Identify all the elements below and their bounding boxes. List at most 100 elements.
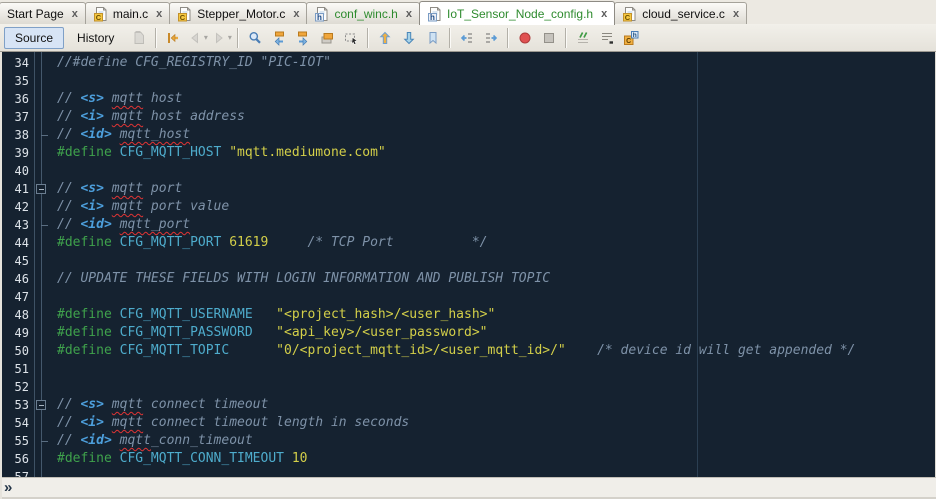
line-number[interactable]: 53 [0, 396, 34, 414]
line-number[interactable]: 42 [0, 198, 34, 216]
code-line[interactable]: 41 // <s> mqtt port [0, 180, 936, 198]
code-line[interactable]: 54 // <i> mqtt connect timeout length in … [0, 414, 936, 432]
line-number[interactable]: 49 [0, 324, 34, 342]
line-number[interactable]: 51 [0, 360, 34, 378]
svg-text:h: h [430, 12, 435, 21]
toggle-bookmark-icon[interactable] [422, 27, 444, 49]
line-number[interactable]: 37 [0, 108, 34, 126]
code-line[interactable]: 38 // <id> mqtt_host [0, 126, 936, 144]
code-line[interactable]: 36 // <s> mqtt host [0, 90, 936, 108]
tab-cloud-service-c[interactable]: Ccloud_service.c x [614, 2, 748, 24]
source-button[interactable]: Source [4, 26, 65, 49]
fold-margin [34, 72, 50, 90]
history-button[interactable]: History [66, 27, 125, 49]
code-line[interactable]: 43 // <id> mqtt_port [0, 216, 936, 234]
h-file-icon: h [314, 6, 330, 22]
find-next-icon[interactable] [292, 27, 314, 49]
editor-tab-bar: Start Page x Cmain.c x C Stepper_Motor.c x h con… [0, 0, 936, 25]
editor-left-edge [0, 52, 2, 499]
rectangular-selection-icon[interactable] [340, 27, 362, 49]
tab-main-c[interactable]: Cmain.c x [84, 2, 171, 24]
line-number[interactable]: 47 [0, 288, 34, 306]
fold-collapse-icon[interactable] [36, 184, 46, 194]
line-number[interactable]: 34 [0, 54, 34, 72]
tab-close-icon[interactable]: x [293, 8, 299, 19]
shift-line-right-icon[interactable] [480, 27, 502, 49]
code-line[interactable]: 52 [0, 378, 936, 396]
fold-margin [34, 378, 50, 396]
start-macro-recording-icon[interactable] [514, 27, 536, 49]
line-number[interactable]: 38 [0, 126, 34, 144]
tab-close-icon[interactable]: x [156, 8, 162, 19]
code-line[interactable]: 46 // UPDATE THESE FIELDS WITH LOGIN INFO… [0, 270, 936, 288]
line-number[interactable]: 54 [0, 414, 34, 432]
h-file-icon: h [427, 6, 443, 22]
line-number[interactable]: 50 [0, 342, 34, 360]
fold-collapse-icon[interactable] [36, 400, 46, 410]
find-selection-icon[interactable] [244, 27, 266, 49]
code-line[interactable]: 49 #define CFG_MQTT_PASSWORD "<api_key>/<… [0, 324, 936, 342]
back-icon[interactable]: ▾ [186, 27, 208, 49]
line-number[interactable]: 56 [0, 450, 34, 468]
line-number[interactable]: 43 [0, 216, 34, 234]
code-line[interactable]: 35 [0, 72, 936, 90]
code-line[interactable]: 40 [0, 162, 936, 180]
toolbar-separator [565, 27, 568, 48]
line-number[interactable]: 55 [0, 432, 34, 450]
code-line[interactable]: 47 [0, 288, 936, 306]
code-line[interactable]: 45 [0, 252, 936, 270]
line-number[interactable]: 45 [0, 252, 34, 270]
fold-margin [34, 252, 50, 270]
uncomment-icon[interactable] [596, 27, 618, 49]
code-line[interactable]: 50 #define CFG_MQTT_TOPIC "0/<project_mqt… [0, 342, 936, 360]
line-number[interactable]: 35 [0, 72, 34, 90]
tab-close-icon[interactable]: x [72, 8, 78, 19]
line-number[interactable]: 36 [0, 90, 34, 108]
code-text [50, 468, 57, 477]
fold-margin [34, 126, 50, 144]
stop-macro-recording-icon[interactable] [538, 27, 560, 49]
breadcrumb-chevron-icon[interactable]: » [4, 480, 12, 495]
line-number[interactable]: 57 [0, 468, 34, 477]
code-editor[interactable]: 34//#define CFG_REGISTRY_ID "PIC-IOT" 35 3… [0, 52, 936, 477]
code-line[interactable]: 39 #define CFG_MQTT_HOST "mqtt.mediumone.… [0, 144, 936, 162]
code-line[interactable]: 37 // <i> mqtt host address [0, 108, 936, 126]
line-number[interactable]: 40 [0, 162, 34, 180]
tab-stepper-motor-c[interactable]: C Stepper_Motor.c x [169, 2, 308, 24]
fold-margin [34, 450, 50, 468]
line-number[interactable]: 46 [0, 270, 34, 288]
shift-line-left-icon[interactable] [456, 27, 478, 49]
next-bookmark-icon[interactable] [398, 27, 420, 49]
find-previous-icon[interactable] [268, 27, 290, 49]
code-line[interactable]: 57 [0, 468, 936, 477]
tab-start-page[interactable]: Start Page x [0, 2, 86, 24]
line-number[interactable]: 41 [0, 180, 34, 198]
code-text [50, 288, 57, 306]
toggle-header-source-icon[interactable]: Ch [620, 27, 642, 49]
code-line[interactable]: 42 // <i> mqtt port value [0, 198, 936, 216]
code-line[interactable]: 53 // <s> mqtt connect timeout [0, 396, 936, 414]
code-line[interactable]: 56 #define CFG_MQTT_CONN_TIMEOUT 10 [0, 450, 936, 468]
code-line[interactable]: 34 //#define CFG_REGISTRY_ID "PIC-IOT" [0, 54, 936, 72]
line-number[interactable]: 39 [0, 144, 34, 162]
line-number[interactable]: 52 [0, 378, 34, 396]
code-line[interactable]: 55 // <id> mqtt_conn_timeout [0, 432, 936, 450]
code-line[interactable]: 44 #define CFG_MQTT_PORT 61619 /* TCP Por… [0, 234, 936, 252]
tab-close-icon[interactable]: x [733, 8, 739, 19]
toggle-highlight-icon[interactable] [316, 27, 338, 49]
code-text: // <s> mqtt connect timeout [57, 397, 269, 412]
tab-close-icon[interactable]: x [406, 8, 412, 19]
tab-conf-winc-h[interactable]: h conf_winc.h x [306, 2, 420, 24]
tab-iot-sensor-node-config-h[interactable]: h IoT_Sensor_Node_config.h x [418, 1, 616, 25]
previous-bookmark-icon[interactable] [374, 27, 396, 49]
back-to-last-edit-icon[interactable] [162, 27, 184, 49]
forward-icon[interactable]: ▾ [210, 27, 232, 49]
code-line[interactable]: 48 #define CFG_MQTT_USERNAME "<project_ha… [0, 306, 936, 324]
line-number[interactable]: 48 [0, 306, 34, 324]
tab-close-icon[interactable]: x [601, 8, 607, 19]
tab-label: IoT_Sensor_Node_config.h [446, 6, 594, 21]
line-number[interactable]: 44 [0, 234, 34, 252]
last-edited-icon[interactable] [128, 27, 150, 49]
code-line[interactable]: 51 [0, 360, 936, 378]
comment-icon[interactable] [572, 27, 594, 49]
